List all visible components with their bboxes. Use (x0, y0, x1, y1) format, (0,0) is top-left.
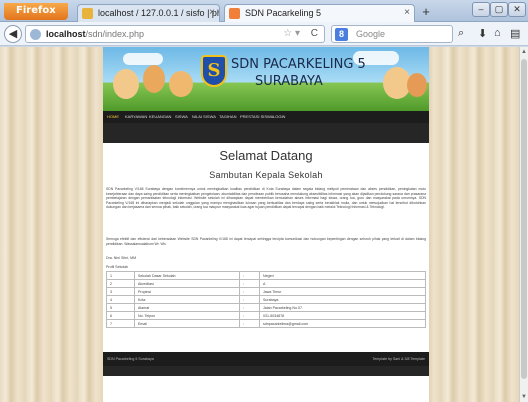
search-placeholder: Google (356, 29, 386, 39)
browser-titlebar: Firefox localhost / 127.0.0.1 / sisfo | … (0, 0, 528, 22)
menu-icon[interactable]: ▤ (510, 27, 520, 40)
reload-icon[interactable]: C (311, 28, 318, 39)
closing-paragraph: Semoga efektif dan efisiensi dari kebera… (106, 237, 426, 246)
cartoon-child-icon (113, 69, 139, 99)
page-title: Selamat Datang (219, 148, 313, 163)
tab-label: SDN Pacarkeling 5 (245, 8, 322, 18)
footer: SDN Pacarkeling 5 Surabaya Template by S… (103, 352, 429, 366)
table-row: 2 Akreditasi: A (106, 279, 426, 288)
back-button[interactable]: ◀ (4, 25, 22, 43)
browser-navbar: ◀ localhost/sdn/index.php ☆ ▾ C 8 Google… (0, 22, 528, 46)
address-bar[interactable]: localhost/sdn/index.php ☆ ▾ C (25, 25, 325, 43)
table-cell-value: 031-5034878 (259, 311, 426, 320)
table-cell-value: Surabaya (259, 295, 426, 304)
table-cell-value: sdnpacarkelima@gmail.com (259, 319, 426, 328)
table-cell-key: Sekolah Dasar Sekolah (134, 271, 240, 280)
cartoon-child-icon (169, 71, 193, 97)
cartoon-child-icon (143, 65, 165, 93)
table-cell-value: A (259, 279, 426, 288)
section-title: Sambutan Kepala Sekolah (209, 170, 323, 180)
scroll-thumb[interactable] (521, 59, 527, 379)
header-banner: S SDN PACARKELING 5 SURABAYA (103, 47, 429, 111)
menu-item-home[interactable]: HOME (107, 114, 119, 119)
menu-item-keuangan[interactable]: KEUANGAN (149, 114, 171, 119)
search-box[interactable]: 8 Google (331, 25, 453, 43)
main-menu: HOME KARYAWAN KEUANGAN SISWA NILAI SISWA… (103, 111, 429, 123)
footer-band (103, 366, 429, 376)
table-cell-sep: : (239, 311, 260, 320)
table-cell-value: Negeri (259, 271, 426, 280)
scroll-up-icon[interactable]: ▲ (521, 49, 527, 55)
table-row: 3 Propinsi: Jawa Timur (106, 287, 426, 296)
firefox-menu-button[interactable]: Firefox (4, 3, 68, 20)
footer-credit[interactable]: Template by Sani & 3/8 Template (373, 357, 425, 361)
menu-item-siswa[interactable]: SISWA (175, 114, 188, 119)
table-cell-key: Kota (134, 295, 240, 304)
cloud-decoration (123, 53, 163, 65)
table-cell-sep: : (239, 303, 260, 312)
minimize-button[interactable]: – (472, 2, 490, 17)
table-cell-no: 5 (106, 303, 135, 312)
table-cell-no: 2 (106, 279, 135, 288)
table-cell-key: Propinsi (134, 287, 240, 296)
profil-table: 1 Sekolah Dasar Sekolah: Negeri 2 Akreditasi… (106, 271, 426, 328)
table-cell-key: Alamat (134, 303, 240, 312)
maximize-button[interactable]: ▢ (490, 2, 508, 17)
scroll-down-icon[interactable]: ▼ (521, 394, 527, 400)
table-cell-key: Email (134, 319, 240, 328)
table-cell-no: 6 (106, 311, 135, 320)
site-favicon-icon (229, 8, 240, 19)
table-row: 7 Email: sdnpacarkelima@gmail.com (106, 319, 426, 328)
close-window-button[interactable]: ✕ (508, 2, 526, 17)
menu-item-karyawan[interactable]: KARYAWAN (125, 114, 147, 119)
bookmark-star-icon[interactable]: ☆ ▾ (283, 28, 300, 39)
footer-copyright: SDN Pacarkeling 5 Surabaya (107, 357, 154, 361)
table-cell-sep: : (239, 295, 260, 304)
table-cell-value: Jalan Pacarkeling No.07 (259, 303, 426, 312)
headmaster-signature: Dra. Nini Sihri, MM (106, 256, 137, 260)
school-name: SDN PACARKELING 5 (231, 57, 366, 72)
table-row: 6 No. Telpon:031-5034878 (106, 311, 426, 320)
table-row: 4 Kota: Surabaya (106, 295, 426, 304)
table-cell-sep: : (239, 271, 260, 280)
table-cell-key: No. Telpon (134, 311, 240, 320)
menu-item-prestasi-siswa[interactable]: PRESTASI SISWA (240, 114, 273, 119)
table-cell-sep: : (239, 319, 260, 328)
home-icon[interactable]: ⌂ (494, 27, 501, 39)
menu-item-nilai-siswa[interactable]: NILAI SISWA (192, 114, 216, 119)
table-row: 1 Sekolah Dasar Sekolah: Negeri (106, 271, 426, 280)
school-city: SURABAYA (255, 74, 323, 89)
table-cell-no: 4 (106, 295, 135, 304)
tab-sdn-pacarkeling[interactable]: SDN Pacarkeling 5 × (224, 4, 415, 22)
tab-phpmyadmin[interactable]: localhost / 127.0.0.1 / sisfo | phpMyA..… (77, 4, 220, 22)
tab-label: localhost / 127.0.0.1 / sisfo | phpMyA..… (98, 8, 219, 18)
menu-item-tagihan[interactable]: TAGIHAN (219, 114, 236, 119)
page-container: S SDN PACARKELING 5 SURABAYA HOME KARYAW… (103, 47, 429, 402)
cartoon-child-icon (407, 73, 427, 97)
table-cell-sep: : (239, 279, 260, 288)
new-tab-button[interactable]: + (417, 5, 435, 21)
table-cell-no: 1 (106, 271, 135, 280)
table-row: 5 Alamat: Jalan Pacarkeling No.07 (106, 303, 426, 312)
close-tab-icon[interactable]: × (209, 7, 215, 18)
school-logo-icon: S (201, 55, 227, 87)
vertical-scrollbar[interactable]: ▲ ▼ (519, 47, 528, 402)
table-cell-no: 3 (106, 287, 135, 296)
google-icon: 8 (335, 28, 348, 41)
close-tab-icon[interactable]: × (404, 7, 410, 18)
url-text: localhost/sdn/index.php (46, 29, 145, 39)
menu-band (103, 123, 429, 143)
table-cell-key: Akreditasi (134, 279, 240, 288)
menu-item-login[interactable]: LOGIN (273, 114, 285, 119)
welcome-paragraph: SDN Pacarkeling V/168 Surabaya dengan ko… (106, 187, 426, 210)
table-cell-sep: : (239, 287, 260, 296)
table-cell-value: Jawa Timur (259, 287, 426, 296)
profil-title: Profil Sekolah (106, 265, 129, 269)
phpmyadmin-favicon-icon (82, 8, 93, 19)
table-cell-no: 7 (106, 319, 135, 328)
search-go-icon[interactable]: ⌕ (458, 27, 464, 40)
globe-icon (30, 29, 41, 40)
page-viewport: S SDN PACARKELING 5 SURABAYA HOME KARYAW… (0, 47, 519, 402)
download-icon[interactable]: ⬇ (478, 27, 487, 40)
